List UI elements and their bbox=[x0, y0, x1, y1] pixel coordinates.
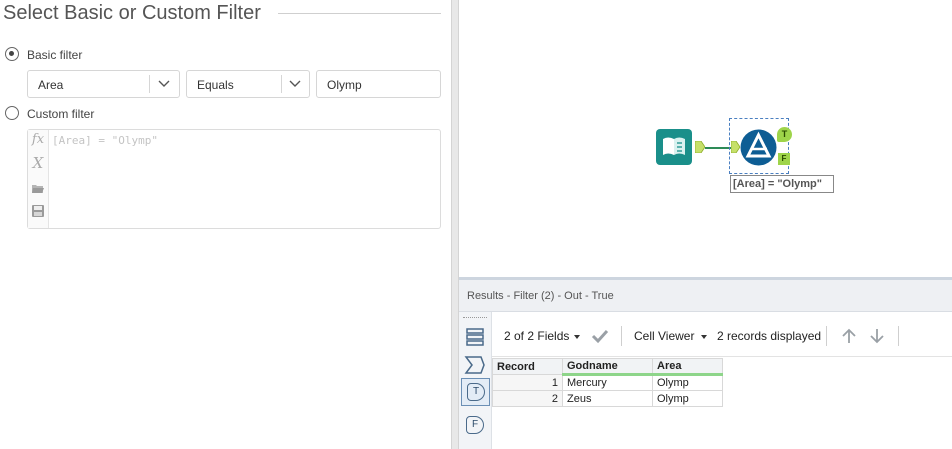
godname-cell[interactable]: Mercury bbox=[562, 374, 653, 391]
grip-handle[interactable] bbox=[463, 317, 487, 320]
fx-icon[interactable]: fx bbox=[30, 132, 46, 148]
panel-title: Select Basic or Custom Filter bbox=[3, 2, 261, 24]
save-icon[interactable] bbox=[30, 203, 46, 219]
operator-select[interactable]: Equals bbox=[186, 70, 310, 98]
open-folder-icon[interactable] bbox=[30, 180, 46, 196]
filter-tool-icon[interactable] bbox=[740, 129, 777, 166]
field-select[interactable]: Area bbox=[27, 70, 180, 98]
value-input[interactable]: Olymp bbox=[316, 70, 441, 98]
custom-expression-editor[interactable]: fx X [Area] = "Olymp" bbox=[27, 129, 441, 229]
expression-text: [Area] = "Olymp" bbox=[52, 134, 158, 147]
panel-splitter[interactable] bbox=[451, 0, 459, 449]
expression-toolbar: fx X bbox=[28, 130, 49, 228]
caret-down-icon[interactable] bbox=[574, 335, 580, 339]
results-panel: Results - Filter (2) - Out - True T F 2 … bbox=[459, 280, 952, 449]
checkmark-icon[interactable] bbox=[591, 328, 609, 344]
input-anchor-icon[interactable] bbox=[731, 141, 740, 153]
false-anchor-icon[interactable]: F bbox=[778, 153, 790, 165]
workflow-canvas[interactable]: T F [Area] = "Olymp" bbox=[459, 0, 952, 277]
results-title: Results - Filter (2) - Out - True bbox=[467, 290, 614, 302]
cell-viewer-selector[interactable]: Cell Viewer bbox=[634, 329, 694, 343]
true-anchor-icon[interactable]: T bbox=[777, 127, 792, 142]
true-output-selected[interactable]: T bbox=[461, 378, 490, 406]
column-header-record[interactable]: Record bbox=[492, 358, 563, 375]
field-select-value: Area bbox=[38, 78, 64, 92]
value-input-text: Olymp bbox=[327, 78, 362, 92]
toolbar-divider bbox=[826, 326, 827, 346]
fields-selector[interactable]: 2 of 2 Fields bbox=[504, 329, 569, 343]
toolbar-divider bbox=[621, 326, 622, 346]
results-toolbar: 2 of 2 Fields Cell Viewer 2 records disp… bbox=[492, 320, 952, 352]
true-output-icon: T bbox=[467, 383, 485, 401]
summation-icon[interactable] bbox=[464, 354, 486, 376]
operator-select-value: Equals bbox=[197, 78, 234, 92]
custom-filter-label: Custom filter bbox=[27, 107, 95, 121]
chevron-down-icon[interactable] bbox=[288, 77, 302, 91]
toolbar-rule bbox=[492, 356, 952, 357]
table-row[interactable]: 2 Zeus Olymp bbox=[492, 390, 723, 407]
filter-config-panel: Select Basic or Custom Filter Basic filt… bbox=[0, 0, 451, 449]
table-header-row: Record Godname Area bbox=[492, 358, 723, 376]
arrow-down-icon[interactable] bbox=[868, 327, 886, 345]
results-sidebar: T F bbox=[459, 312, 492, 449]
basic-filter-radio[interactable] bbox=[5, 47, 19, 61]
chevron-down-icon[interactable] bbox=[157, 77, 171, 91]
arrow-up-icon[interactable] bbox=[840, 327, 858, 345]
records-count: 2 records displayed bbox=[717, 329, 822, 343]
basic-filter-label: Basic filter bbox=[27, 48, 83, 62]
toolbar-divider bbox=[898, 326, 899, 346]
results-table: Record Godname Area 1 Mercury Olymp 2 Ze… bbox=[492, 358, 723, 407]
table-row[interactable]: 1 Mercury Olymp bbox=[492, 374, 723, 391]
connection-line[interactable] bbox=[705, 147, 731, 149]
area-cell[interactable]: Olymp bbox=[652, 374, 723, 391]
title-divider bbox=[278, 13, 441, 14]
input-data-book-icon[interactable] bbox=[656, 129, 692, 165]
results-header: Results - Filter (2) - Out - True bbox=[459, 280, 952, 312]
tool-annotation: [Area] = "Olymp" bbox=[730, 175, 834, 193]
output-anchor-icon[interactable] bbox=[695, 141, 705, 153]
custom-filter-radio[interactable] bbox=[5, 106, 19, 120]
godname-cell[interactable]: Zeus bbox=[562, 390, 653, 407]
table-rows-icon[interactable] bbox=[464, 326, 486, 348]
column-header-area[interactable]: Area bbox=[652, 358, 723, 376]
false-output-icon[interactable]: F bbox=[466, 416, 484, 434]
record-cell[interactable]: 1 bbox=[492, 374, 563, 391]
area-cell[interactable]: Olymp bbox=[652, 390, 723, 407]
variable-x-icon[interactable]: X bbox=[30, 155, 46, 171]
caret-down-icon[interactable] bbox=[701, 335, 707, 339]
record-cell[interactable]: 2 bbox=[492, 390, 563, 407]
column-header-godname[interactable]: Godname bbox=[562, 358, 653, 376]
